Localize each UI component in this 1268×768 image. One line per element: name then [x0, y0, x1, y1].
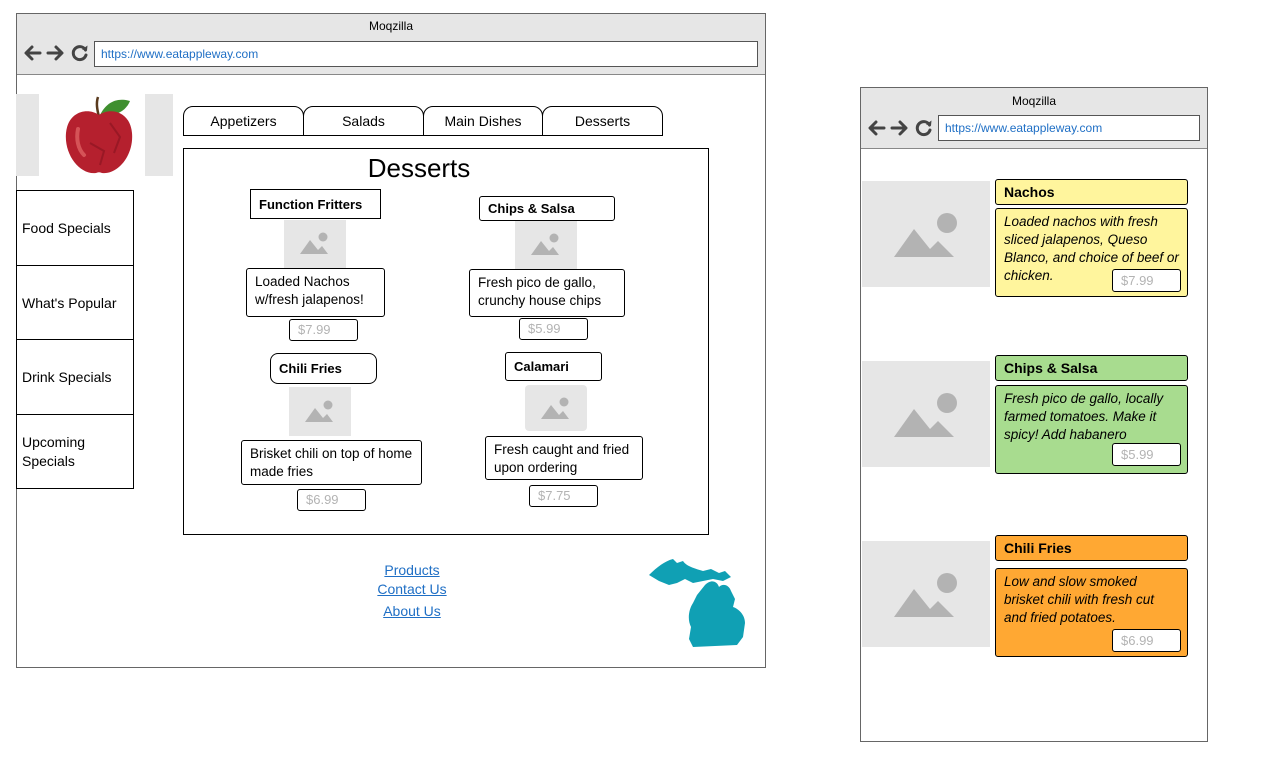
- card-description: Loaded Nachos w/fresh jalapenos!: [246, 268, 385, 317]
- mobile-url-bar[interactable]: https://www.eatappleway.com: [938, 115, 1200, 141]
- menu-item-title: Chips & Salsa: [995, 355, 1188, 381]
- sidebar-item-whats-popular[interactable]: What's Popular: [16, 265, 134, 340]
- logo-left-block: [16, 94, 39, 176]
- image-placeholder-icon: [305, 400, 333, 422]
- card-title: Calamari: [505, 352, 602, 381]
- card-price: $6.99: [297, 489, 366, 511]
- card-description: Fresh pico de gallo, crunchy house chips: [469, 269, 625, 317]
- sidebar-item-food-specials[interactable]: Food Specials: [16, 190, 134, 266]
- sidebar-item-upcoming-specials[interactable]: Upcoming Specials: [16, 414, 134, 489]
- image-placeholder-icon: [894, 393, 957, 437]
- menu-item-description-text: Fresh pico de gallo, locally farmed toma…: [1004, 391, 1164, 442]
- forward-arrow-icon[interactable]: [890, 118, 910, 138]
- back-arrow-icon[interactable]: [866, 118, 886, 138]
- card-description: Brisket chili on top of home made fries: [241, 440, 422, 485]
- image-placeholder-icon: [894, 213, 957, 257]
- apple-logo-icon[interactable]: [60, 93, 138, 177]
- tab-main-dishes[interactable]: Main Dishes: [423, 106, 543, 136]
- image-placeholder-icon: [894, 573, 957, 617]
- image-placeholder-icon: [531, 233, 559, 255]
- menu-item-price: $7.99: [1112, 269, 1181, 292]
- back-arrow-icon[interactable]: [22, 43, 42, 63]
- menu-item-title: Nachos: [995, 179, 1188, 205]
- card-title: Chili Fries: [270, 353, 377, 384]
- image-placeholder-icon: [300, 232, 328, 254]
- footer-link-contact-us[interactable]: Contact Us: [352, 581, 472, 597]
- reload-icon[interactable]: [70, 43, 90, 63]
- card-description: Fresh caught and fried upon ordering: [485, 436, 643, 480]
- card-price: $5.99: [519, 318, 588, 340]
- footer-link-about-us[interactable]: About Us: [352, 603, 472, 619]
- tab-desserts[interactable]: Desserts: [542, 106, 663, 136]
- panel-heading: Desserts: [367, 153, 471, 183]
- card-price: $7.99: [289, 319, 358, 341]
- tab-salads[interactable]: Salads: [303, 106, 424, 136]
- menu-item-title: Chili Fries: [995, 535, 1188, 561]
- sidebar-item-label: Upcoming Specials: [22, 433, 86, 469]
- menu-item-description-text: Low and slow smoked brisket chili with f…: [1004, 574, 1155, 625]
- sidebar-item-drink-specials[interactable]: Drink Specials: [16, 339, 134, 415]
- desktop-window-title: Moqzilla: [368, 19, 413, 33]
- sidebar-item-label: Food Specials: [22, 220, 111, 236]
- reload-icon[interactable]: [914, 118, 934, 138]
- menu-item-price: $6.99: [1112, 629, 1181, 652]
- logo-right-block: [145, 94, 173, 176]
- card-title: Function Fritters: [250, 189, 381, 219]
- tab-appetizers[interactable]: Appetizers: [183, 106, 304, 136]
- mobile-window-title: Moqzilla: [1011, 94, 1056, 108]
- forward-arrow-icon[interactable]: [46, 43, 66, 63]
- card-title: Chips & Salsa: [479, 196, 615, 221]
- card-price: $7.75: [529, 485, 598, 507]
- image-placeholder-icon: [541, 397, 569, 419]
- desktop-url-bar[interactable]: https://www.eatappleway.com: [94, 41, 758, 67]
- michigan-map-icon: [649, 559, 745, 647]
- footer-link-products[interactable]: Products: [352, 562, 472, 578]
- menu-item-price: $5.99: [1112, 443, 1181, 466]
- sidebar-item-label: What's Popular: [22, 294, 117, 311]
- sidebar-item-label: Drink Specials: [22, 369, 112, 385]
